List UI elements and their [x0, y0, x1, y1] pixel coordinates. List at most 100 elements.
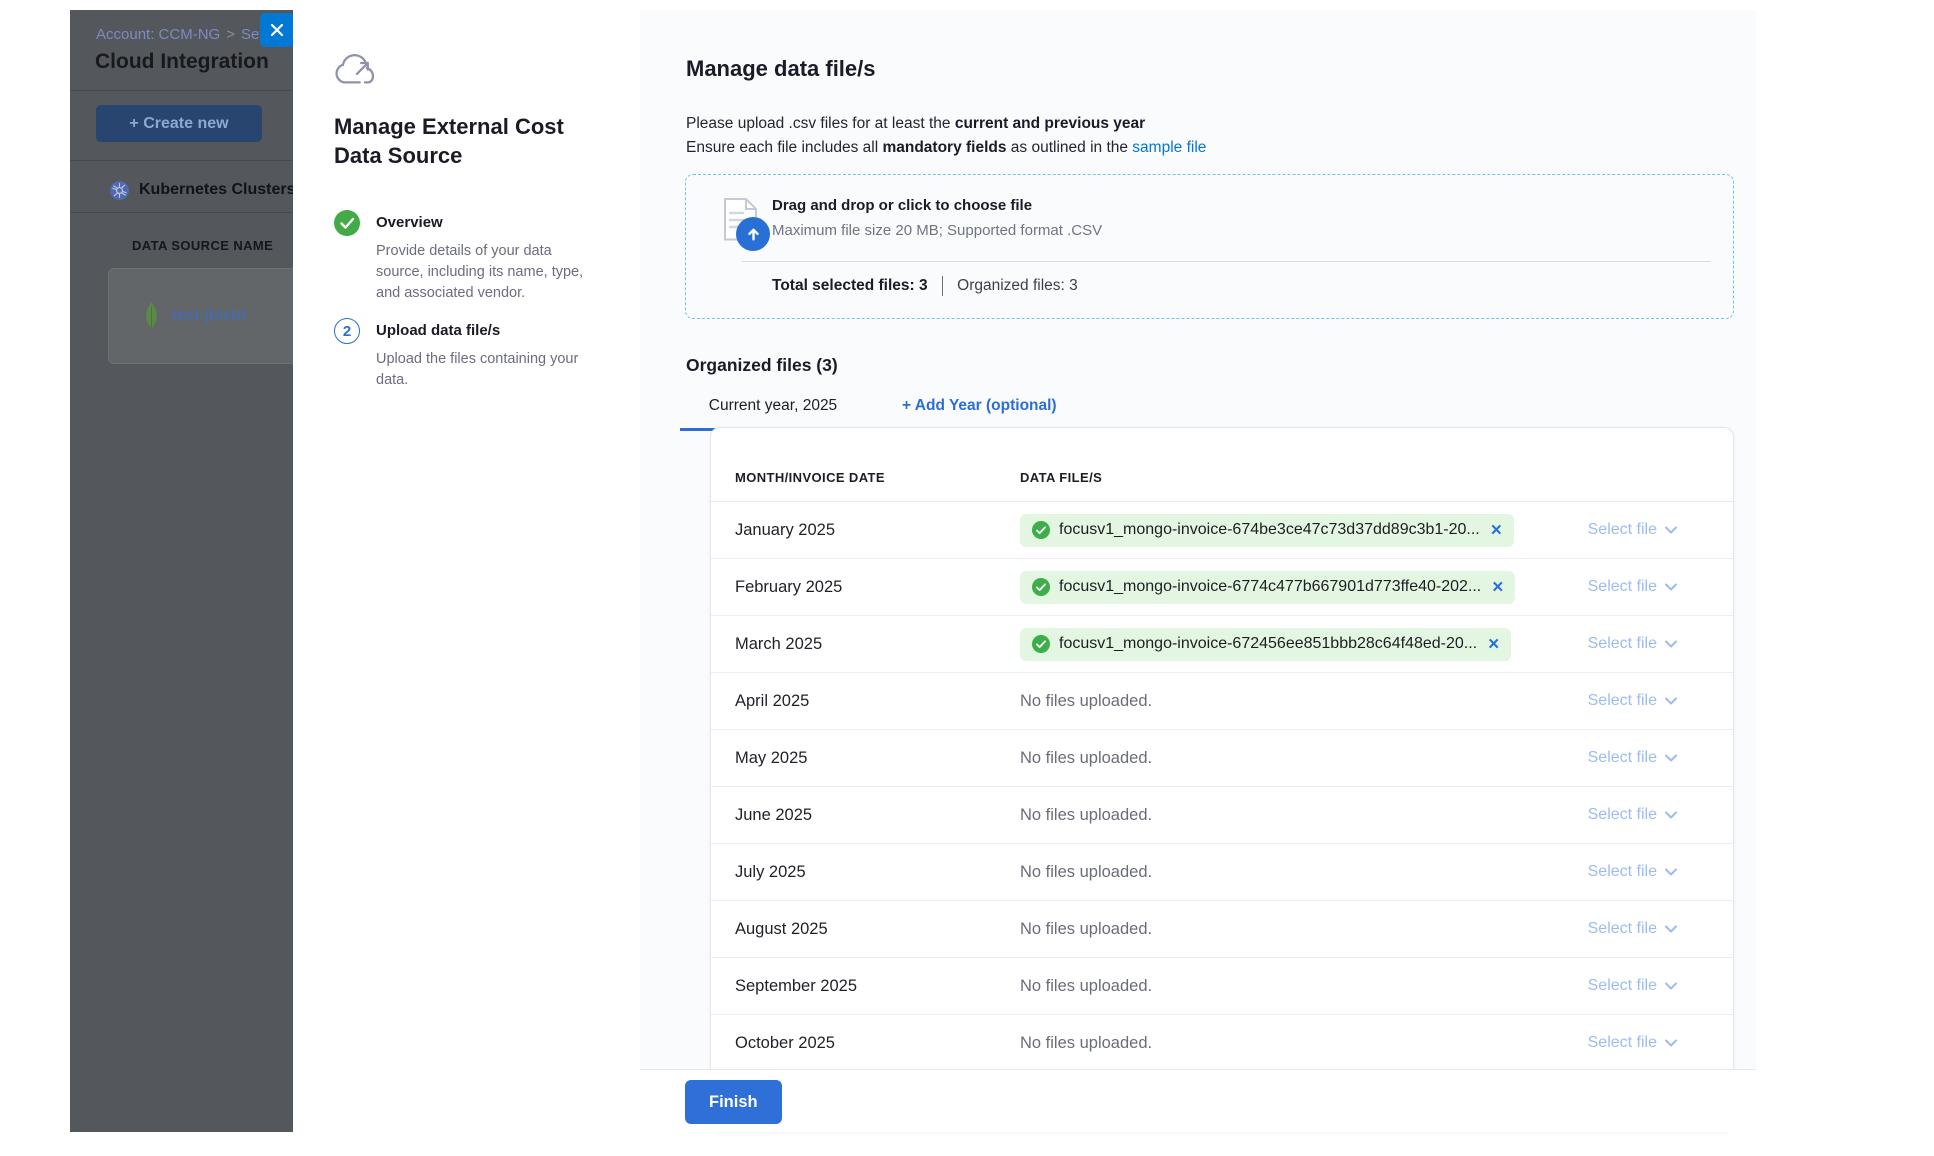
step-description: Upload the files containing your data. — [376, 349, 596, 391]
tab-current-year[interactable]: Current year, 2025 — [680, 388, 866, 431]
select-file-dropdown[interactable]: Select file — [1588, 692, 1677, 710]
steps-panel: Manage External Cost Data Source Overvie… — [293, 10, 640, 1132]
chevron-down-icon — [1665, 925, 1677, 933]
month-label: July 2025 — [735, 863, 1020, 882]
arrow-up-icon — [746, 227, 761, 242]
select-file-label: Select file — [1588, 635, 1657, 653]
upload-circle-icon — [736, 217, 770, 251]
chevron-down-icon — [1665, 811, 1677, 819]
file-cell: No files uploaded. — [1020, 863, 1588, 882]
remove-file-icon[interactable]: × — [1490, 578, 1503, 597]
select-file-dropdown[interactable]: Select file — [1588, 521, 1677, 539]
breadcrumb[interactable]: Account: CCM-NG>Set — [96, 26, 263, 43]
no-files-text: No files uploaded. — [1020, 749, 1152, 768]
select-file-dropdown[interactable]: Select file — [1588, 1034, 1677, 1052]
table-row: May 2025 No files uploaded. Select file — [711, 730, 1733, 787]
select-file-label: Select file — [1588, 1034, 1657, 1052]
content-title: Manage data file/s — [686, 56, 876, 82]
step-description: Provide details of your data source, inc… — [376, 241, 596, 304]
remove-file-icon[interactable]: × — [1486, 635, 1499, 654]
drawer-footer: Finish — [640, 1069, 1756, 1132]
select-file-label: Select file — [1588, 521, 1657, 539]
column-header-data-source-name: DATA SOURCE NAME — [132, 238, 273, 253]
file-name: focusv1_mongo-invoice-672456ee851bbb28c6… — [1059, 635, 1477, 653]
organized-files-table: MONTH/INVOICE DATE DATA FILE/S January 2… — [710, 427, 1734, 1132]
step-overview[interactable]: Overview Provide details of your data so… — [334, 210, 596, 304]
step-upload-data-files[interactable]: 2 Upload data file/s Upload the files co… — [334, 318, 596, 391]
file-cell: focusv1_mongo-invoice-674be3ce47c73d37dd… — [1020, 514, 1588, 547]
select-file-dropdown[interactable]: Select file — [1588, 863, 1677, 881]
add-year-button[interactable]: + Add Year (optional) — [902, 388, 1057, 431]
select-file-dropdown[interactable]: Select file — [1588, 920, 1677, 938]
dropzone-subtitle: Maximum file size 20 MB; Supported forma… — [772, 222, 1102, 239]
total-selected-files: Total selected files: 3 — [772, 277, 928, 295]
dropzone-stats: Total selected files: 3 Organized files:… — [772, 276, 1078, 296]
month-label: January 2025 — [735, 521, 1020, 540]
finish-button[interactable]: Finish — [685, 1080, 782, 1124]
table-header: MONTH/INVOICE DATE DATA FILE/S — [711, 428, 1733, 502]
select-file-dropdown[interactable]: Select file — [1588, 977, 1677, 995]
file-dropzone[interactable]: Drag and drop or click to choose file Ma… — [685, 174, 1734, 319]
select-file-dropdown[interactable]: Select file — [1588, 749, 1677, 767]
table-row: September 2025 No files uploaded. Select… — [711, 958, 1733, 1015]
select-file-label: Select file — [1588, 749, 1657, 767]
chevron-down-icon — [1665, 526, 1677, 534]
month-label: February 2025 — [735, 578, 1020, 597]
intro-text-normal: Ensure each file includes all — [686, 139, 882, 156]
data-source-link[interactable]: test-jbisht — [172, 307, 246, 325]
chevron-down-icon — [1665, 697, 1677, 705]
dropzone-separator — [741, 261, 1711, 262]
sample-file-link[interactable]: sample file — [1132, 139, 1206, 156]
select-file-dropdown[interactable]: Select file — [1588, 806, 1677, 824]
file-cell: focusv1_mongo-invoice-672456ee851bbb28c6… — [1020, 628, 1588, 661]
table-row: July 2025 No files uploaded. Select file — [711, 844, 1733, 901]
chevron-down-icon — [1665, 640, 1677, 648]
tab-label: Kubernetes Clusters — [139, 181, 293, 199]
drawer-title: Manage External Cost Data Source — [334, 112, 594, 170]
check-circle-icon — [1032, 635, 1050, 653]
divider — [70, 212, 293, 213]
step-complete-icon — [334, 210, 360, 236]
breadcrumb-separator: > — [226, 26, 235, 43]
tab-kubernetes-clusters[interactable]: Kubernetes Clusters — [110, 170, 293, 210]
upload-file-icon — [722, 197, 772, 253]
kubernetes-icon — [110, 181, 129, 200]
select-file-label: Select file — [1588, 863, 1657, 881]
month-label: March 2025 — [735, 635, 1020, 654]
intro-text-normal: as outlined in the — [1006, 139, 1132, 156]
remove-file-icon[interactable]: × — [1489, 521, 1502, 540]
dropzone-title: Drag and drop or click to choose file — [772, 197, 1032, 214]
file-cell: No files uploaded. — [1020, 806, 1588, 825]
data-source-row[interactable]: test-jbisht — [108, 268, 293, 364]
select-file-dropdown[interactable]: Select file — [1588, 635, 1677, 653]
step-number: 2 — [334, 318, 360, 344]
close-icon — [270, 23, 284, 37]
month-label: June 2025 — [735, 806, 1020, 825]
step-label: Overview — [376, 210, 596, 231]
table-row: March 2025 focusv1_mongo-invoice-672456e… — [711, 616, 1733, 673]
page-title: Cloud Integration — [95, 50, 269, 74]
select-file-dropdown[interactable]: Select file — [1588, 578, 1677, 596]
step-label: Upload data file/s — [376, 318, 596, 339]
table-row: October 2025 No files uploaded. Select f… — [711, 1015, 1733, 1072]
select-file-label: Select file — [1588, 977, 1657, 995]
intro-text: Please upload .csv files for at least th… — [686, 112, 1206, 160]
close-drawer-button[interactable] — [260, 13, 294, 47]
no-files-text: No files uploaded. — [1020, 920, 1152, 939]
cloud-export-icon — [334, 54, 376, 90]
page: Account: CCM-NG>Set Cloud Integration + … — [0, 0, 1934, 1156]
chevron-down-icon — [1665, 868, 1677, 876]
intro-text-normal: Please upload .csv files for at least th… — [686, 115, 955, 132]
no-files-text: No files uploaded. — [1020, 977, 1152, 996]
no-files-text: No files uploaded. — [1020, 692, 1152, 711]
file-cell: No files uploaded. — [1020, 1034, 1588, 1053]
intro-line-1: Please upload .csv files for at least th… — [686, 112, 1206, 136]
organized-files-count: Organized files: 3 — [957, 277, 1078, 295]
create-new-button[interactable]: + Create new — [96, 105, 262, 142]
divider — [70, 90, 293, 91]
column-header-data-files: DATA FILE/S — [1020, 470, 1102, 485]
chevron-down-icon — [1665, 754, 1677, 762]
manage-data-source-drawer: Manage External Cost Data Source Overvie… — [293, 10, 1756, 1132]
breadcrumb-account[interactable]: Account: CCM-NG — [96, 26, 220, 43]
check-circle-icon — [1032, 578, 1050, 596]
